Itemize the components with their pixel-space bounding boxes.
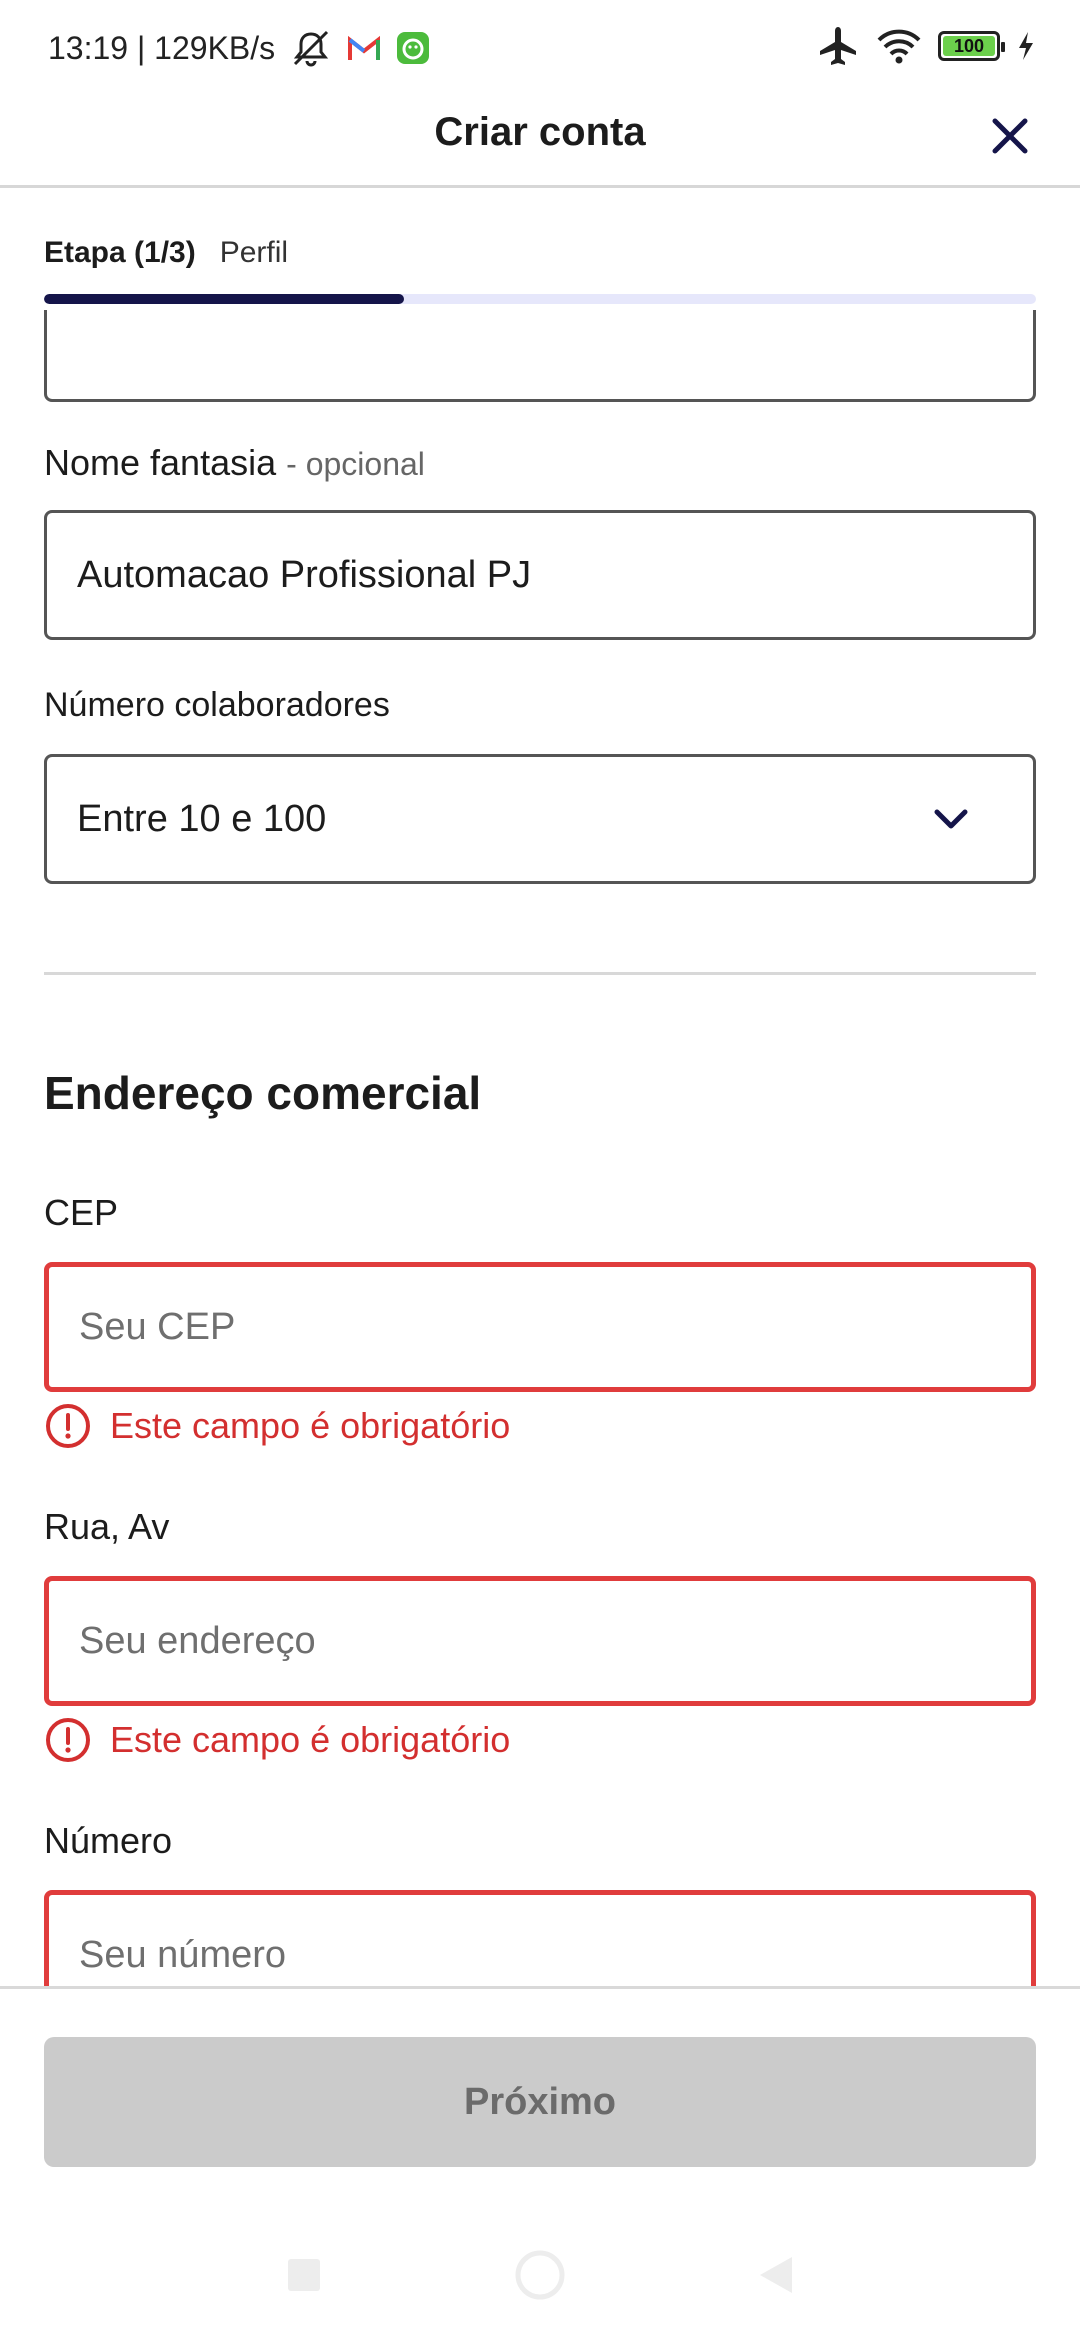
app-notification-icon	[397, 32, 430, 64]
cep-error-text: Este campo é obrigatório	[110, 1405, 511, 1446]
step-indicator: Etapa (1/3) Perfil	[44, 236, 288, 270]
recent-apps-icon[interactable]	[284, 2255, 324, 2295]
progress-bar-fill	[44, 294, 405, 304]
employees-selected-value: Entre 10 e 100	[77, 797, 327, 840]
number-placeholder: Seu número	[79, 1933, 287, 1976]
previous-input-field[interactable]	[44, 310, 1036, 402]
airplane-mode-icon	[820, 27, 856, 65]
number-label: Número	[44, 1820, 173, 1861]
close-icon	[992, 118, 1028, 154]
page-title: Criar conta	[434, 110, 646, 154]
form-scroll-area[interactable]: Nome fantasia - opcional Automacao Profi…	[0, 310, 1080, 1986]
mute-icon	[294, 30, 329, 67]
bottom-action-bar: Próximo	[0, 1986, 1080, 2340]
app-header: Criar conta	[0, 96, 1080, 188]
progress-bar	[44, 294, 1036, 304]
gmail-icon	[348, 35, 381, 60]
trade-name-input[interactable]: Automacao Profissional PJ	[44, 510, 1036, 640]
status-bar: 13:19 | 129KB/s 100	[0, 0, 1080, 96]
system-navigation-bar	[0, 2225, 1080, 2325]
battery-level: 100	[953, 35, 985, 56]
employees-select[interactable]: Entre 10 e 100	[44, 754, 1036, 884]
next-button[interactable]: Próximo	[44, 2037, 1036, 2167]
wifi-icon	[877, 29, 921, 64]
back-icon[interactable]	[756, 2253, 796, 2297]
charging-icon	[1019, 32, 1033, 60]
close-button[interactable]	[982, 108, 1038, 164]
chevron-down-icon	[934, 809, 968, 829]
error-icon	[46, 1404, 90, 1448]
cep-error: Este campo é obrigatório	[44, 1402, 510, 1450]
home-icon[interactable]	[514, 2249, 566, 2301]
cep-input[interactable]: Seu CEP	[44, 1262, 1036, 1392]
step-count: Etapa (1/3)	[44, 236, 196, 269]
street-error-text: Este campo é obrigatório	[110, 1719, 511, 1760]
status-left: 13:19 | 129KB/s	[48, 28, 431, 68]
optional-hint: - opcional	[286, 446, 425, 482]
street-placeholder: Seu endereço	[79, 1619, 316, 1662]
number-input[interactable]: Seu número	[44, 1890, 1036, 1986]
street-error: Este campo é obrigatório	[44, 1716, 510, 1764]
trade-name-value: Automacao Profissional PJ	[77, 553, 532, 596]
step-name: Perfil	[219, 236, 289, 269]
error-icon	[46, 1718, 90, 1762]
trade-name-label: Nome fantasia - opcional	[44, 442, 425, 483]
address-section-title: Endereço comercial	[44, 1067, 482, 1119]
section-divider	[44, 972, 1036, 975]
battery-icon: 100	[938, 31, 1005, 61]
employees-label: Número colaboradores	[44, 686, 390, 724]
street-input[interactable]: Seu endereço	[44, 1576, 1036, 1706]
status-right: 100	[816, 24, 1036, 68]
street-label: Rua, Av	[44, 1506, 170, 1547]
cep-placeholder: Seu CEP	[79, 1305, 236, 1348]
status-time-speed: 13:19 | 129KB/s	[48, 29, 276, 66]
cep-label: CEP	[44, 1192, 119, 1233]
